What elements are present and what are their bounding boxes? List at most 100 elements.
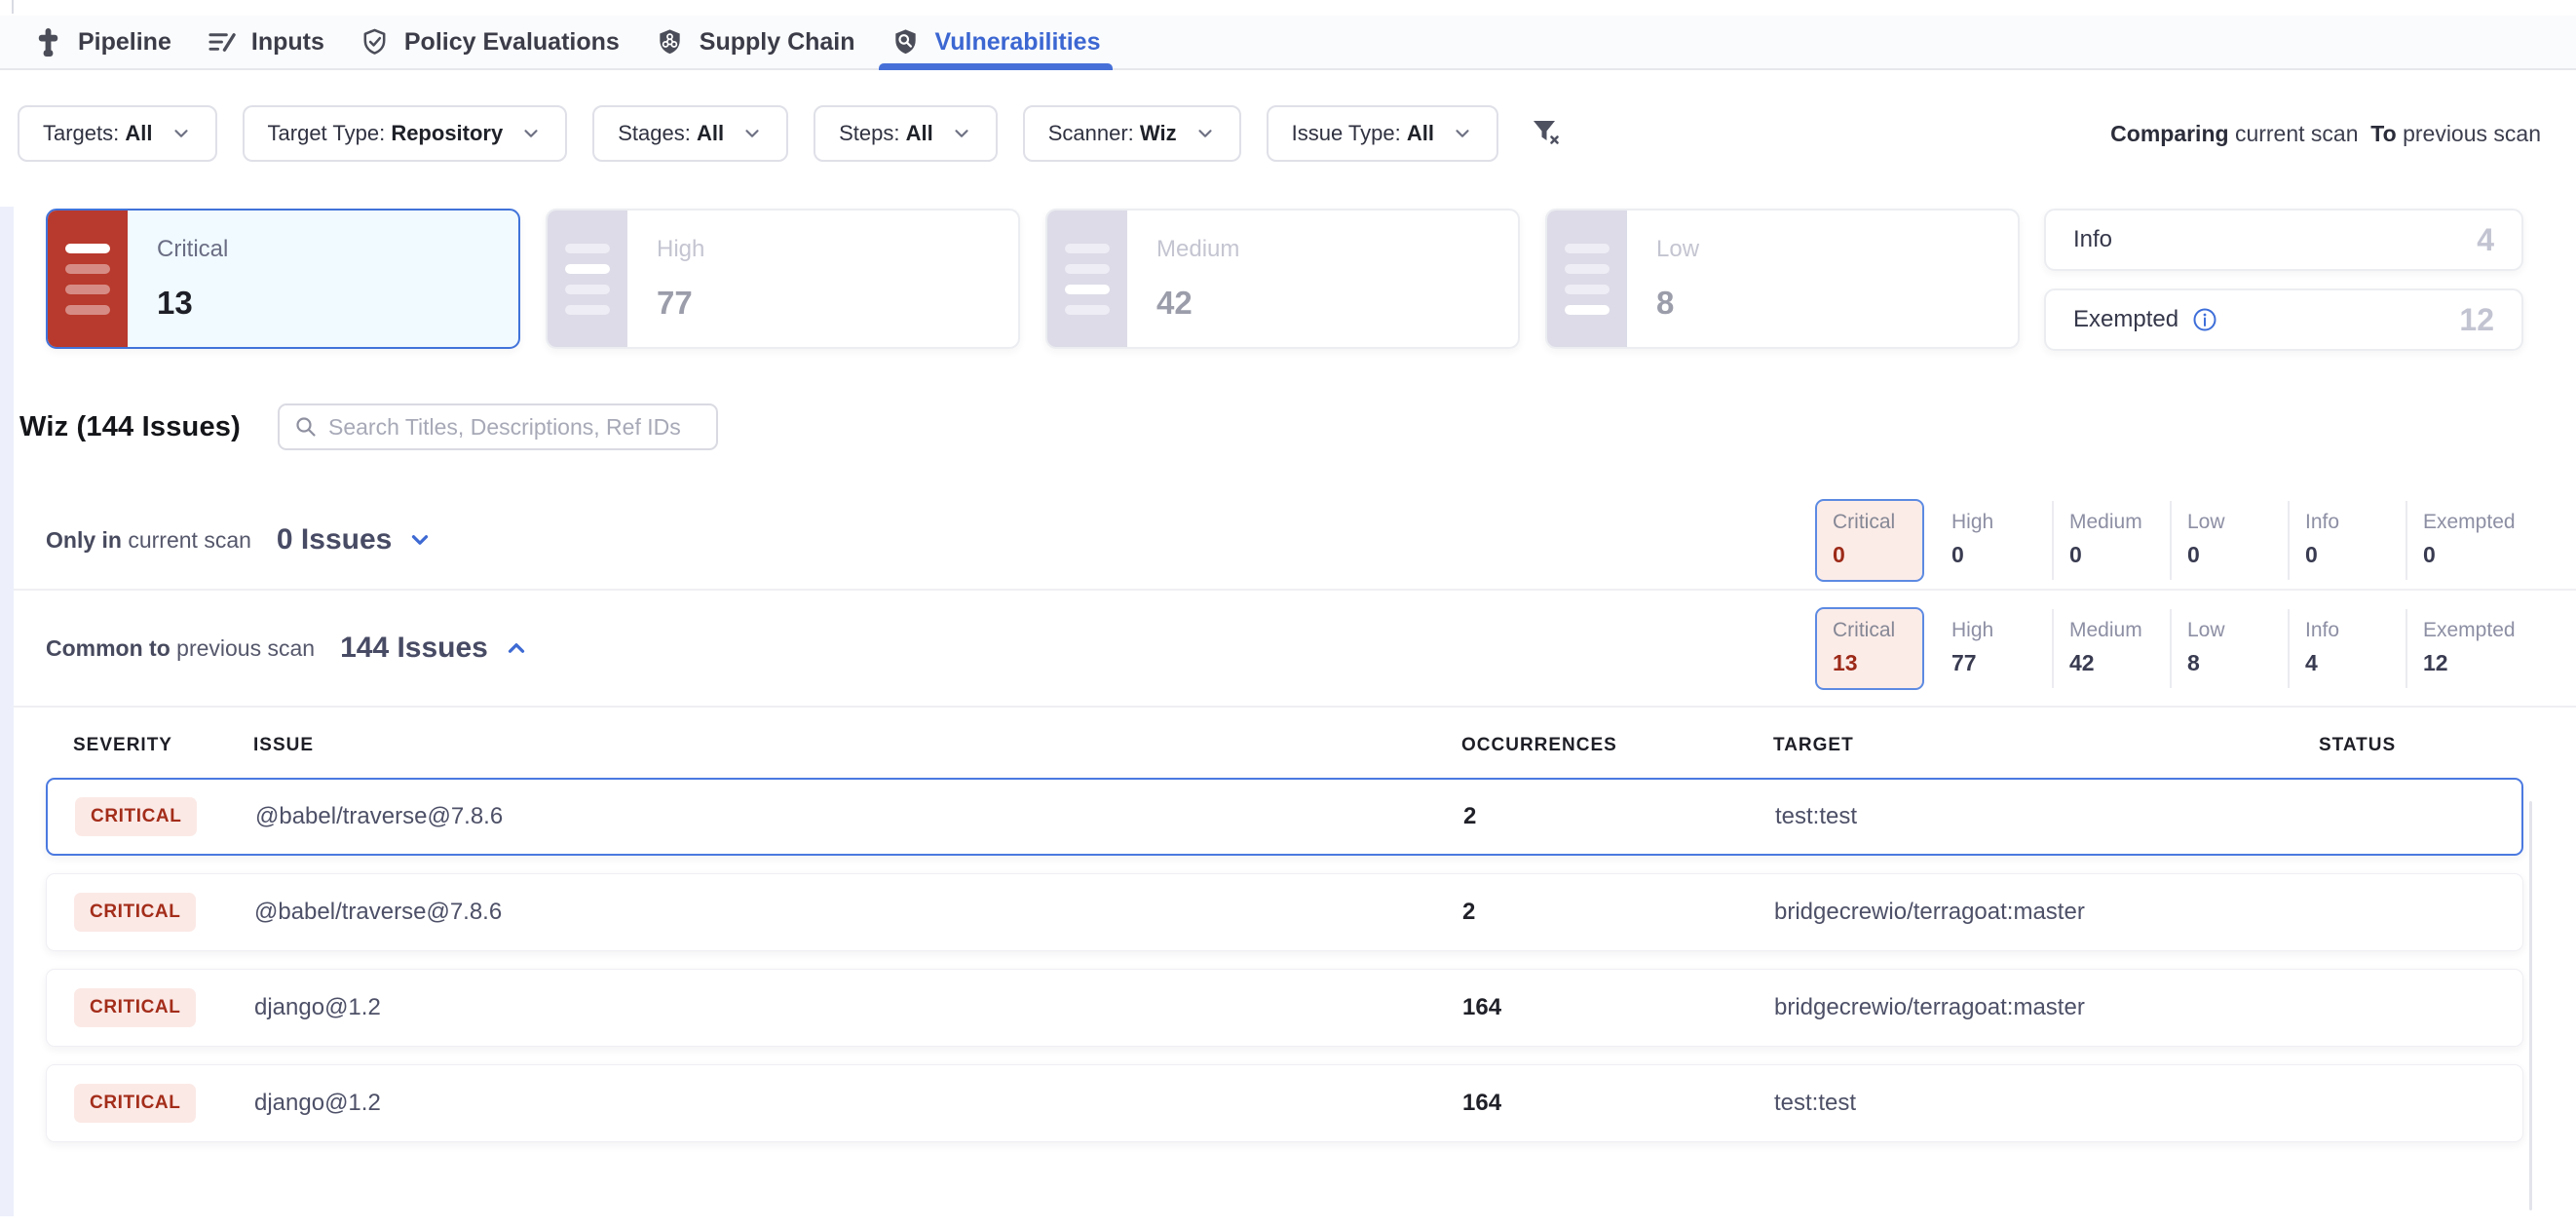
severity-chip[interactable]: Info 0 (2288, 501, 2406, 580)
severity-card-label: Critical (157, 236, 228, 263)
tab-vulnerabilities[interactable]: Vulnerabilities (890, 16, 1101, 68)
section-label-rest: current scan (128, 527, 251, 553)
top-strip (0, 0, 2576, 16)
section-label: Common to previous scan (46, 635, 315, 662)
severity-badge: CRITICAL (74, 893, 196, 932)
severity-chip[interactable]: Critical 13 (1815, 607, 1924, 690)
severity-chip-bar: Critical 13 High 77 Medium 42 Low 8 Info… (1815, 607, 2523, 690)
section-label-bold: Only in (46, 527, 122, 553)
table-header-cell: SEVERITY (73, 735, 253, 756)
inputs-icon (207, 27, 237, 58)
filter-label: Steps: (839, 121, 899, 145)
table-header-cell: TARGET (1773, 735, 2319, 756)
chevron-down-icon (170, 123, 192, 144)
severity-level-icon (1547, 211, 1627, 347)
comparing-base: current scan (2235, 121, 2359, 146)
filter-dropdown[interactable]: Steps: All (814, 105, 998, 162)
tab-supply-chain[interactable]: Supply Chain (655, 16, 855, 68)
severity-chip[interactable]: Medium 0 (2052, 501, 2170, 580)
table-row[interactable]: CRITICAL django@1.2 164 test:test (46, 1064, 2523, 1142)
severity-chip[interactable]: Medium 42 (2052, 609, 2170, 688)
filter-dropdown[interactable]: Target Type: Repository (243, 105, 568, 162)
side-card-count: 4 (2477, 222, 2494, 258)
table-row[interactable]: CRITICAL django@1.2 164 bridgecrewio/ter… (46, 969, 2523, 1047)
filter-button-list: Targets: All Target Type: Repository Sta… (18, 105, 1498, 162)
severity-chip[interactable]: High 77 (1934, 609, 2052, 688)
tab-policy-evaluations[interactable]: Policy Evaluations (360, 16, 620, 68)
supply-chain-icon (655, 27, 685, 58)
section-label: Only in current scan (46, 527, 251, 554)
chip-label: Critical (1833, 619, 1922, 642)
filter-value: All (697, 121, 724, 145)
clear-filters-icon[interactable] (1528, 114, 1563, 154)
section-issue-count-toggle[interactable]: 0 Issues (277, 523, 433, 556)
severity-card[interactable]: High 77 (546, 209, 1020, 349)
filter-text: Scanner: Wiz (1048, 121, 1177, 146)
severity-card-count: 13 (157, 285, 228, 322)
chip-label: Low (2187, 511, 2288, 534)
chevron-toggle-icon (407, 527, 433, 553)
severity-card-meta: Critical 13 (128, 211, 228, 347)
filter-label: Issue Type: (1292, 121, 1401, 145)
shield-check-icon (360, 27, 390, 58)
section-issue-count: 0 Issues (277, 523, 392, 556)
filter-dropdown[interactable]: Targets: All (18, 105, 217, 162)
side-card[interactable]: Exempted 12 (2044, 288, 2523, 351)
severity-chip[interactable]: High 0 (1934, 501, 2052, 580)
side-card-label: Exempted (2073, 306, 2178, 333)
severity-cards-row: Critical 13 High 77 Medium 42 (0, 162, 2576, 351)
filter-dropdown[interactable]: Scanner: Wiz (1023, 105, 1241, 162)
filter-text: Stages: All (618, 121, 724, 146)
tab-inputs[interactable]: Inputs (207, 16, 324, 68)
table-scrollbar-track[interactable] (2529, 801, 2532, 1210)
chip-count: 0 (2069, 542, 2170, 568)
severity-chip[interactable]: Exempted 12 (2406, 609, 2523, 688)
severity-card-list: Critical 13 High 77 Medium 42 (46, 209, 2020, 351)
severity-card[interactable]: Medium 42 (1045, 209, 1520, 349)
tab-label: Inputs (251, 28, 324, 57)
issue-cell: django@1.2 (254, 1090, 1462, 1117)
filter-dropdown[interactable]: Stages: All (592, 105, 788, 162)
filter-label: Targets: (43, 121, 119, 145)
severity-chip[interactable]: Exempted 0 (2406, 501, 2523, 580)
severity-chip[interactable]: Low 0 (2170, 501, 2288, 580)
severity-card-meta: Low 8 (1627, 211, 1699, 347)
info-icon[interactable] (2192, 307, 2217, 332)
severity-card-label: High (657, 236, 704, 263)
search-input[interactable] (328, 414, 702, 441)
severity-cell: CRITICAL (74, 893, 254, 932)
severity-card-count: 42 (1156, 285, 1239, 322)
filter-dropdown[interactable]: Issue Type: All (1267, 105, 1498, 162)
severity-card-meta: High 77 (627, 211, 704, 347)
severity-card-label: Low (1656, 236, 1699, 263)
side-card[interactable]: Info 4 (2044, 209, 2523, 271)
severity-chip-bar: Critical 0 High 0 Medium 0 Low 0 Info 0 (1815, 499, 2523, 582)
severity-chip[interactable]: Low 8 (2170, 609, 2288, 688)
filter-value: Wiz (1140, 121, 1177, 145)
chip-label: Medium (2069, 511, 2170, 534)
severity-card[interactable]: Critical 13 (46, 209, 520, 349)
severity-card[interactable]: Low 8 (1545, 209, 2020, 349)
severity-chip[interactable]: Info 4 (2288, 609, 2406, 688)
comparison-sections: Only in current scan 0 Issues Critical 0 (0, 491, 2576, 708)
tab-label: Vulnerabilities (935, 28, 1101, 57)
table-row[interactable]: CRITICAL @babel/traverse@7.8.6 2 test:te… (46, 778, 2523, 856)
section-issue-count-toggle[interactable]: 144 Issues (340, 632, 529, 665)
section-title: Common to previous scan 144 Issues (46, 632, 529, 665)
section-label-rest: previous scan (176, 635, 315, 661)
filter-value: All (906, 121, 933, 145)
filter-value: All (1407, 121, 1434, 145)
chip-count: 0 (2305, 542, 2406, 568)
chevron-down-icon (520, 123, 542, 144)
chevron-down-icon (1452, 123, 1473, 144)
chip-label: Critical (1833, 511, 1922, 534)
filter-text: Targets: All (43, 121, 153, 146)
severity-level-icon (48, 211, 128, 347)
table-row[interactable]: CRITICAL @babel/traverse@7.8.6 2 bridgec… (46, 873, 2523, 951)
vulnerabilities-icon (890, 27, 921, 58)
tab-pipeline[interactable]: Pipeline (33, 16, 171, 68)
severity-chip[interactable]: Critical 0 (1815, 499, 1924, 582)
target-cell: bridgecrewio/terragoat:master (1774, 899, 2320, 926)
chip-count: 4 (2305, 650, 2406, 676)
tab-bar: Pipeline Inputs Policy Evaluations Suppl… (0, 16, 2576, 70)
